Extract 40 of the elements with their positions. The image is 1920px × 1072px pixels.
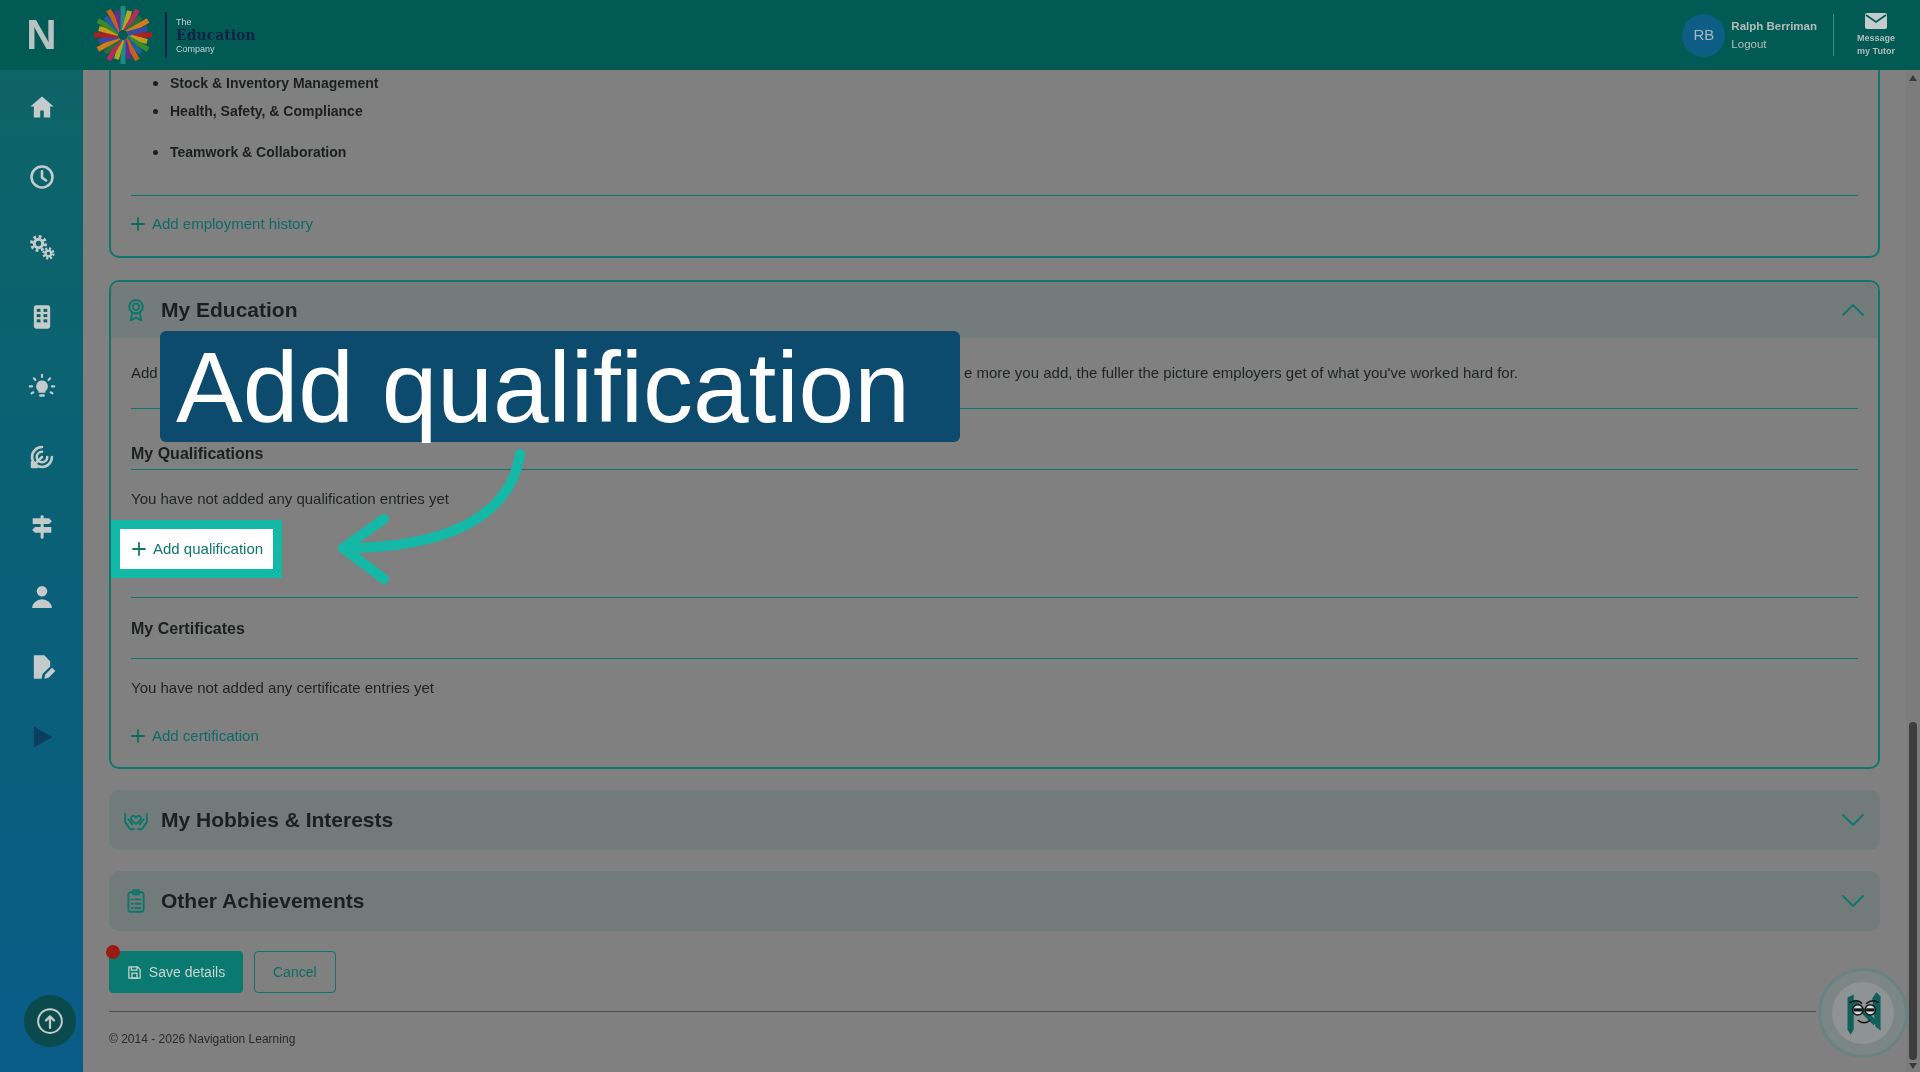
plus-icon [131,217,145,231]
description-text: e more you add, the fuller the picture employers get of what you've worked hard for. [964,362,1519,383]
logo-text: The [176,16,193,27]
description-text: Add [131,362,159,383]
bullet-icon [153,80,158,86]
gears-icon[interactable] [27,233,56,261]
skill-text: Health, Safety, & Compliance [170,101,363,121]
clock-icon[interactable] [27,163,56,191]
user-avatar: RB [1682,13,1726,57]
group-heading: My Qualifications [131,444,264,463]
bullet-icon [153,149,158,155]
save-button[interactable]: Save details [109,951,243,993]
plus-icon [131,729,145,743]
sunburst-logo-icon [91,3,155,67]
user-name: Ralph Berriman [1731,19,1817,34]
section-header[interactable]: Other Achievements [109,871,1880,931]
envelope-icon [1864,12,1888,30]
logo-text: Company [176,43,216,54]
empty-state-text: You have not added any certificate entries yet [131,679,435,697]
section-title: My Education [161,297,299,324]
tutorial-callout: Add qualification [160,331,960,442]
empty-state-text: You have not added any qualification entries yet [131,490,450,508]
scroll-up-arrow-icon[interactable] [1909,75,1917,81]
copyright-text: © 2014 - 2026 Navigation Learning [109,1031,297,1047]
add-link[interactable]: Add qualification [120,529,274,569]
section-title: My Hobbies & Interests [161,807,395,834]
logout-link[interactable]: Logout [1731,36,1817,52]
section-title: Other Achievements [161,888,366,915]
message-tutor-button[interactable]: Message my Tutor [1852,12,1900,58]
skill-text: Teamwork & Collaboration [170,142,347,162]
section-header[interactable]: My Education [111,282,1878,338]
group-heading: My Certificates [131,618,245,638]
scrollbar-thumb[interactable] [1909,722,1917,1060]
scroll-down-arrow-icon[interactable] [1909,1063,1917,1069]
plus-icon [132,542,146,556]
floating-action-button[interactable] [24,995,76,1047]
section-header[interactable]: My Hobbies & Interests [109,790,1880,850]
mascot-icon [1832,982,1894,1044]
skill-text: Stock & Inventory Management [170,73,379,93]
bullet-icon [153,108,158,114]
